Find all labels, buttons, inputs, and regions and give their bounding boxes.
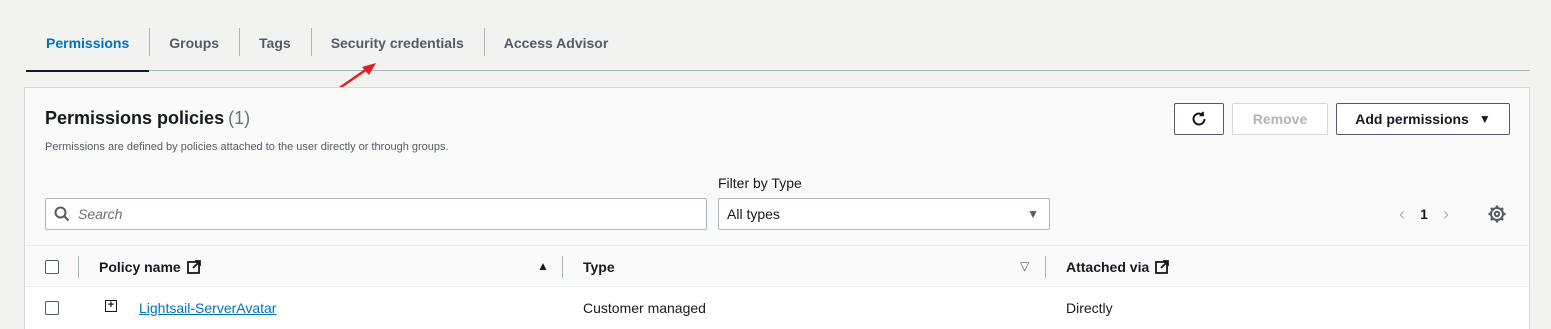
refresh-button[interactable] [1174,103,1224,135]
tab-permissions[interactable]: Permissions [26,16,150,72]
chevron-right-icon[interactable]: › [1435,204,1457,225]
policy-type: Customer managed [583,300,706,316]
sort-ascending-icon[interactable]: ▲ [537,259,549,273]
external-link-icon [186,260,201,274]
attached-via: Directly [1066,300,1113,316]
column-label: Policy name [99,259,181,275]
search-input[interactable] [78,206,698,222]
tab-security-credentials[interactable]: Security credentials [310,16,484,70]
type-filter-select[interactable]: All types ▼ [718,198,1050,230]
column-header-attached-via[interactable]: Attached via [1066,259,1170,275]
column-divider [562,256,563,278]
tab-groups[interactable]: Groups [149,16,239,70]
search-icon [54,206,70,222]
tab-tags[interactable]: Tags [239,16,311,70]
caret-down-icon: ▼ [1478,112,1491,126]
tab-access-advisor[interactable]: Access Advisor [483,16,629,70]
column-divider [1045,256,1046,278]
search-box[interactable] [45,198,707,230]
select-all-checkbox[interactable] [45,260,59,274]
filter-by-type-label: Filter by Type [718,175,802,191]
column-header-type[interactable]: Type [583,259,615,275]
add-permissions-label: Add permissions [1355,111,1469,127]
remove-button-label: Remove [1252,111,1308,127]
table-row: + Lightsail-ServerAvatar Customer manage… [25,287,1529,329]
add-permissions-button[interactable]: Add permissions ▼ [1336,103,1510,135]
gear-icon[interactable] [1487,204,1507,224]
chevron-left-icon[interactable]: ‹ [1391,204,1413,225]
panel-title-text: Permissions policies [45,108,225,128]
remove-button[interactable]: Remove [1232,103,1328,135]
pagination: ‹ 1 › [1391,201,1457,227]
panel-title: Permissions policies (1) [45,108,250,129]
column-divider [78,256,79,278]
tab-bar: Permissions Groups Tags Security credent… [26,16,1530,72]
external-link-icon [1155,260,1170,274]
expand-row-icon[interactable]: + [105,300,117,312]
permissions-policies-panel: Permissions policies (1) Permissions are … [24,87,1530,329]
policy-name-link[interactable]: Lightsail-ServerAvatar [139,300,276,316]
type-filter-value: All types [727,206,780,222]
sort-descending-icon[interactable]: ▽ [1020,259,1029,273]
panel-description: Permissions are defined by policies atta… [45,141,449,153]
column-header-policy-name[interactable]: Policy name [99,259,201,275]
caret-down-icon: ▼ [1027,207,1039,221]
refresh-icon [1192,111,1206,126]
table-header: Policy name ▲ Type ▽ Attached via [25,245,1529,287]
policy-count: (1) [228,108,251,128]
row-checkbox[interactable] [45,301,59,315]
page-number[interactable]: 1 [1413,206,1435,222]
column-label: Attached via [1066,259,1150,275]
column-label: Type [583,259,615,275]
